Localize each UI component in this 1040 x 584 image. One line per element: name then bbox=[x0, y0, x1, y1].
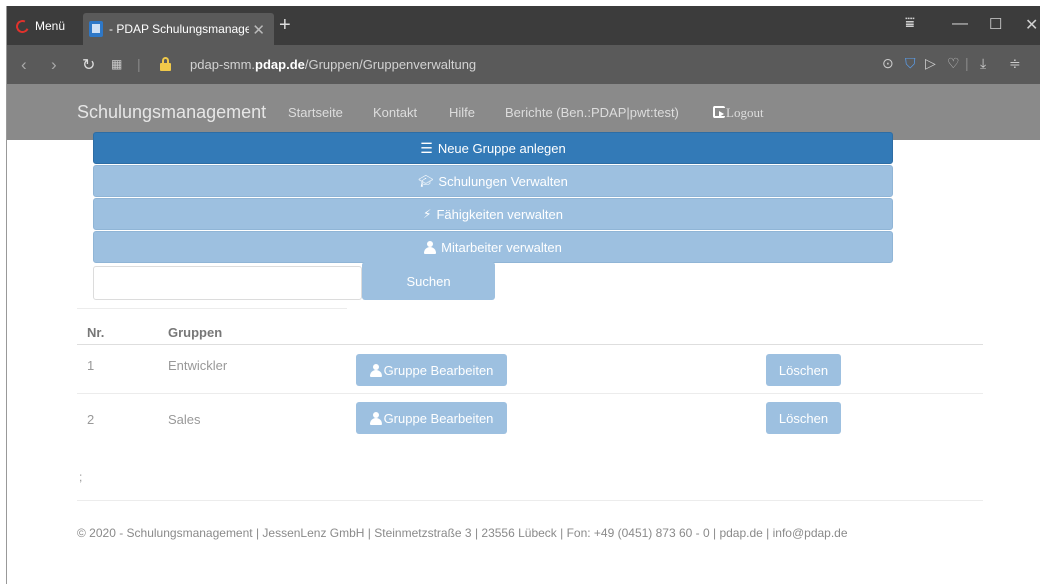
stray-text: ; bbox=[79, 470, 83, 484]
tab-menu-icon[interactable]: ⩸ bbox=[905, 15, 915, 33]
footer-text: © 2020 - Schulungsmanagement | JessenLen… bbox=[77, 526, 848, 540]
manage-skills-button[interactable]: ⚡︎ Fähigkeiten verwalten bbox=[93, 198, 893, 230]
url-path: /Gruppen/Gruppenverwaltung bbox=[304, 57, 477, 72]
column-header-gruppen: Gruppen bbox=[168, 325, 223, 340]
logout-label: Logout bbox=[726, 105, 764, 120]
graduation-cap-icon: 🎓︎ bbox=[418, 174, 434, 188]
group-name: Entwickler bbox=[168, 358, 228, 373]
browser-menu-label: Menü bbox=[35, 19, 66, 33]
lightning-icon: ⚡︎ bbox=[423, 207, 432, 221]
tab-bar: Menü - PDAP Schulungsmanagement ✕ + ⩸ — … bbox=[7, 6, 1040, 45]
nav-link-hilfe[interactable]: Hilfe bbox=[449, 105, 475, 120]
browser-menu-button[interactable]: Menü bbox=[14, 17, 66, 35]
opera-logo-icon bbox=[14, 17, 31, 35]
browser-tab[interactable]: - PDAP Schulungsmanagement ✕ bbox=[83, 13, 274, 45]
address-bar: ‹ › ↻ ▦ | pdap-smm.pdap.de/Gruppen/Grupp… bbox=[7, 45, 1040, 84]
manage-employees-button[interactable]: Mitarbeiter verwalten bbox=[93, 231, 893, 263]
column-header-nr: Nr. bbox=[87, 325, 105, 340]
browser-window: Menü - PDAP Schulungsmanagement ✕ + ⩸ — … bbox=[6, 6, 1040, 584]
maximize-icon[interactable]: ☐ bbox=[989, 15, 1002, 33]
edit-group-label: Gruppe Bearbeiten bbox=[383, 362, 494, 378]
logout-icon bbox=[713, 106, 725, 118]
row-number: 1 bbox=[87, 358, 95, 373]
row-number: 2 bbox=[87, 412, 95, 427]
forward-icon[interactable]: › bbox=[51, 55, 57, 75]
nav-link-kontakt[interactable]: Kontakt bbox=[373, 105, 417, 120]
edit-group-button[interactable]: Gruppe Bearbeiten bbox=[356, 402, 507, 434]
nav-link-berichte[interactable]: Berichte (Ben.:PDAP|pwt:test) bbox=[505, 105, 679, 120]
address-separator: | bbox=[137, 56, 141, 72]
heart-icon[interactable]: ♡ bbox=[947, 55, 960, 72]
table-top-divider bbox=[77, 308, 347, 309]
url-domain: pdap.de bbox=[255, 57, 305, 72]
delete-group-button[interactable]: Löschen bbox=[766, 354, 841, 386]
edit-group-label: Gruppe Bearbeiten bbox=[383, 410, 494, 426]
nav-link-startseite[interactable]: Startseite bbox=[288, 105, 343, 120]
speed-dial-icon[interactable]: ▦ bbox=[111, 57, 122, 71]
easy-setup-icon[interactable]: ≑ bbox=[1009, 55, 1021, 72]
row-divider bbox=[77, 393, 983, 394]
edit-group-button[interactable]: Gruppe Bearbeiten bbox=[356, 354, 507, 386]
footer-divider bbox=[77, 500, 983, 501]
manage-trainings-button[interactable]: 🎓︎ Schulungen Verwalten bbox=[93, 165, 893, 197]
reload-icon[interactable]: ↻ bbox=[82, 55, 95, 75]
new-group-button[interactable]: ☰ Neue Gruppe anlegen bbox=[93, 132, 893, 164]
manage-trainings-label: Schulungen Verwalten bbox=[438, 173, 568, 189]
send-icon[interactable]: ▷ bbox=[925, 55, 936, 72]
new-group-label: Neue Gruppe anlegen bbox=[437, 140, 566, 156]
close-window-icon[interactable]: ✕ bbox=[1025, 15, 1038, 35]
search-input[interactable] bbox=[93, 266, 362, 300]
delete-group-button[interactable]: Löschen bbox=[766, 402, 841, 434]
toolbar-separator: | bbox=[965, 55, 969, 71]
list-icon: ☰ bbox=[420, 140, 433, 156]
vpn-shield-icon[interactable]: ⛉ bbox=[905, 55, 916, 72]
manage-skills-label: Fähigkeiten verwalten bbox=[436, 206, 563, 222]
logout-link[interactable]: Logout bbox=[713, 105, 764, 121]
page-favicon-icon bbox=[89, 21, 103, 37]
manage-employees-label: Mitarbeiter verwalten bbox=[441, 239, 562, 255]
minimize-icon[interactable]: — bbox=[952, 15, 968, 33]
snapshot-icon[interactable]: ⊙ bbox=[882, 55, 894, 72]
new-tab-icon[interactable]: + bbox=[279, 14, 291, 37]
user-icon bbox=[424, 240, 437, 254]
brand-link[interactable]: Schulungsmanagement bbox=[77, 102, 266, 123]
lock-icon[interactable] bbox=[160, 57, 171, 71]
group-name: Sales bbox=[168, 412, 201, 427]
url-field[interactable]: pdap-smm.pdap.de/Gruppen/Gruppenverwaltu… bbox=[190, 57, 476, 72]
table-header-divider bbox=[77, 344, 983, 345]
back-icon[interactable]: ‹ bbox=[21, 55, 27, 75]
url-prefix: pdap-smm. bbox=[190, 57, 256, 72]
tab-close-icon[interactable]: ✕ bbox=[252, 21, 265, 39]
user-icon bbox=[369, 411, 382, 425]
tab-title: - PDAP Schulungsmanagement bbox=[109, 22, 249, 36]
user-icon bbox=[369, 363, 382, 377]
download-icon[interactable]: ⤓ bbox=[980, 55, 986, 72]
search-button[interactable]: Suchen bbox=[362, 262, 495, 300]
